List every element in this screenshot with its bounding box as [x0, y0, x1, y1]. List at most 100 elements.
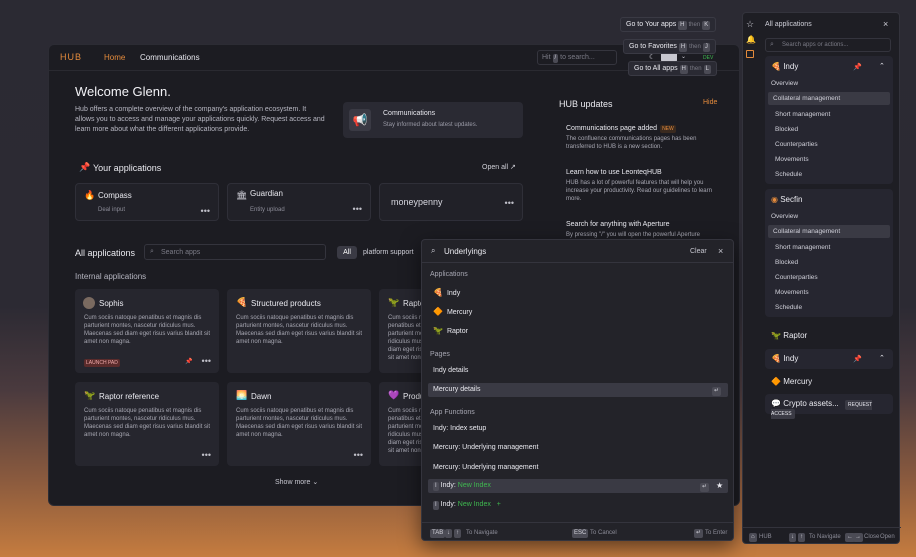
palette-search-input[interactable]: Underlyings	[444, 247, 486, 256]
palette-item-new-index-selected[interactable]: I Indy: New Index ↵ ★	[428, 479, 728, 493]
app-card-guardian[interactable]: 🏛 Guardian Entity upload •••	[227, 183, 371, 221]
raptor-icon: 🦖	[433, 326, 443, 335]
app-tile-structured-products[interactable]: 🍕 Structured products Cum sociis natoque…	[227, 289, 371, 373]
update-item[interactable]: Learn how to use LeonteqHUB HUB has a lo…	[566, 169, 726, 203]
palette-item-app[interactable]: 🦖 Raptor	[428, 323, 728, 337]
plus-icon[interactable]: +	[497, 501, 501, 508]
palette-item-app[interactable]: 🔶 Mercury	[428, 304, 728, 318]
palette-item-function[interactable]: Mercury: Underlying management	[428, 441, 728, 455]
nav-communications[interactable]: Communications	[140, 53, 200, 62]
command-palette: ⌕ Underlyings Clear × Applications 🍕 Indy…	[421, 239, 734, 541]
secfin-app-header[interactable]: ◉ Secfin	[771, 195, 802, 204]
palette-item-function[interactable]: Mercury: Underlying management	[428, 461, 728, 475]
hub-key: ⌂	[749, 533, 757, 542]
shortcut-tooltip-your-apps: Go to Your apps Hthen K	[620, 17, 717, 32]
secfin-icon: ◉	[771, 195, 778, 204]
bell-icon[interactable]: 🔔	[746, 35, 756, 44]
search-icon: ⌕	[431, 246, 436, 255]
update-item[interactable]: Communications page added NEW The conflue…	[566, 125, 726, 151]
apps-icon[interactable]	[746, 50, 754, 58]
side-group-indy: 🍕 Indy 📌 ⌃ Overview Collateral managemen…	[765, 56, 893, 184]
indy-icon: 🍕	[771, 354, 781, 363]
communications-card[interactable]: 📢 Communications Stay informed about lat…	[343, 102, 523, 138]
chevron-up-icon[interactable]: ⌃	[879, 354, 885, 362]
pin-icon[interactable]: 📌	[185, 358, 192, 365]
shortcut-tooltip-favorites: Go to Favorites Hthen J	[623, 39, 716, 54]
app-tile-dawn[interactable]: 🌅 Dawn Cum sociis natoque penatibus et m…	[227, 382, 371, 466]
more-icon[interactable]: •••	[201, 206, 210, 216]
hide-updates-button[interactable]: Hide	[703, 99, 717, 106]
chevron-up-icon[interactable]: ⌃	[879, 62, 885, 70]
your-apps-title: Your applications	[93, 163, 162, 173]
filter-all[interactable]: All	[337, 246, 357, 259]
item-icon: I	[433, 482, 439, 491]
palette-item-app[interactable]: 🍕 Indy	[428, 285, 728, 299]
chevron-down-icon[interactable]: ⌄	[681, 53, 686, 60]
all-apps-title: All applications	[75, 248, 136, 258]
palette-item-new-index[interactable]: I Indy: New Index +	[428, 498, 728, 512]
side-panel-title: All applications	[765, 21, 812, 28]
open-all-link[interactable]: Open all ↗	[482, 163, 516, 171]
palette-item-function[interactable]: Indy: Index setup	[428, 422, 728, 436]
arrow-right-key: →	[853, 533, 863, 542]
side-row-indy[interactable]: 🍕 Indy 📌 ⌃	[765, 349, 893, 369]
nav-home[interactable]: Home	[104, 53, 125, 62]
slash-key: /	[552, 54, 559, 63]
hub-logo[interactable]: HUB	[60, 52, 82, 62]
star-icon[interactable]: ★	[716, 481, 723, 490]
star-outline-icon[interactable]: ☆	[746, 19, 754, 30]
pin-icon[interactable]: 📌	[853, 355, 862, 363]
more-icon[interactable]: •••	[354, 450, 363, 460]
app-card-compass[interactable]: 🔥 Compass Deal input •••	[75, 183, 219, 221]
side-search-input[interactable]: ⌕ Search apps or actions...	[765, 38, 891, 52]
mercury-icon: 🔶	[433, 307, 443, 316]
side-item-selected[interactable]: Collateral management	[768, 225, 890, 238]
show-more-button[interactable]: Show more ⌄	[275, 478, 318, 486]
filter-platform-support[interactable]: platform support	[363, 246, 414, 259]
more-icon[interactable]: •••	[202, 356, 211, 366]
side-row-mercury[interactable]: 🔶 Mercury	[765, 372, 893, 392]
close-icon[interactable]: ×	[883, 19, 888, 29]
pin-icon[interactable]: 📌	[853, 63, 862, 71]
side-row-crypto-assets[interactable]: 💬 Crypto assets... REQUEST ACCESS	[765, 394, 893, 419]
chevron-down-icon: ⌄	[312, 479, 319, 486]
intro-text: Hub offers a complete overview of the co…	[75, 106, 325, 133]
section-app-functions: App Functions	[430, 409, 475, 416]
palette-item-page[interactable]: Indy details	[428, 364, 728, 378]
raptor-reference-icon: 🦖	[84, 390, 96, 400]
palette-clear-button[interactable]: Clear	[690, 248, 707, 255]
palette-item-page-selected[interactable]: Mercury details ↵	[428, 383, 728, 397]
products-icon: 💜	[388, 390, 400, 400]
enter-key: ↵	[712, 387, 722, 396]
enter-key: ↵	[700, 483, 710, 492]
shortcut-tooltip-all-apps: Go to All apps Hthen L	[628, 61, 717, 76]
indy-app-header[interactable]: 🍕 Indy	[771, 62, 798, 71]
new-badge: NEW	[660, 125, 676, 133]
page-title: Welcome Glenn.	[75, 84, 171, 99]
more-icon[interactable]: •••	[353, 204, 362, 214]
update-item[interactable]: Search for anything with Aperture By pre…	[566, 221, 726, 239]
global-search-input[interactable]: Hit / to search...	[537, 50, 617, 65]
comm-card-title: Communications	[383, 110, 436, 117]
more-icon[interactable]: •••	[505, 198, 514, 208]
app-tile-sophis[interactable]: Sophis Cum sociis natoque penatibus et m…	[75, 289, 219, 373]
internal-apps-title: Internal applications	[75, 272, 147, 281]
more-icon[interactable]: •••	[202, 450, 211, 460]
comm-card-subtitle: Stay informed about latest updates.	[383, 122, 478, 128]
section-applications: Applications	[430, 271, 468, 278]
dawn-icon: 🌅	[236, 390, 248, 400]
side-item-selected[interactable]: Collateral management	[768, 92, 890, 105]
tab-key: TAB	[430, 529, 446, 538]
search-icon: ⌕	[150, 248, 154, 255]
apps-search-input[interactable]: ⌕ Search apps	[144, 244, 326, 260]
side-row-raptor[interactable]: 🦖 Raptor	[765, 326, 893, 346]
app-card-moneypenny[interactable]: moneypenny •••	[379, 183, 523, 221]
moon-icon[interactable]: ☾	[649, 53, 655, 61]
arrow-up-key: ↑	[454, 529, 461, 538]
launch-pad-badge: LAUNCH PAD	[84, 359, 120, 367]
close-icon[interactable]: ×	[718, 246, 723, 256]
app-tile-raptor-reference[interactable]: 🦖 Raptor reference Cum sociis natoque pe…	[75, 382, 219, 466]
mercury-icon: 🔶	[771, 377, 781, 386]
compass-icon: 🔥	[84, 190, 96, 200]
divider	[422, 262, 733, 263]
